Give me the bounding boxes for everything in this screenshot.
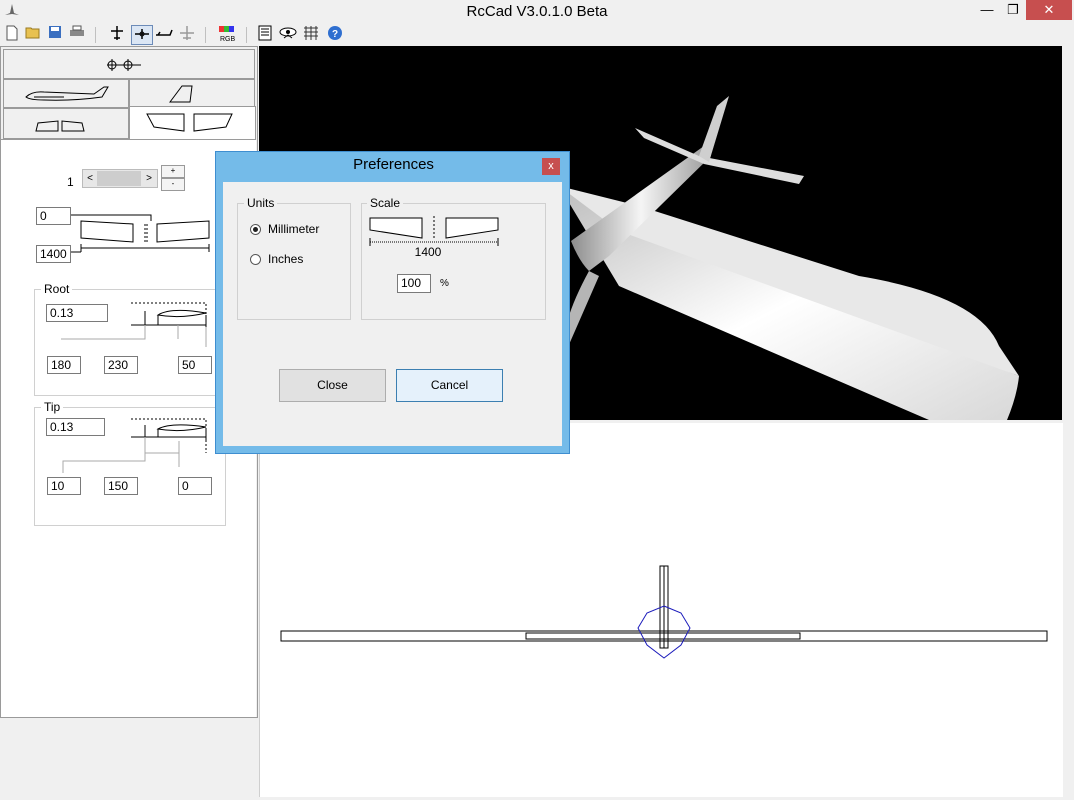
close-dialog-button[interactable]: Close — [279, 369, 386, 402]
rgb-color-icon[interactable]: RGB — [217, 25, 237, 43]
units-label: Units — [244, 196, 278, 210]
parts-list-icon[interactable] — [256, 25, 274, 43]
front-view-viewport[interactable] — [259, 423, 1063, 797]
wing-halves-icon — [146, 113, 233, 132]
percent-unit: % — [440, 278, 449, 289]
scale-diagram — [369, 216, 499, 246]
remove-section-button[interactable]: - — [161, 178, 185, 191]
toolbar-separator — [246, 27, 247, 43]
new-file-icon[interactable] — [3, 25, 21, 43]
print-icon[interactable] — [68, 25, 86, 43]
tab-wing[interactable] — [129, 106, 256, 140]
tip-label: Tip — [41, 400, 64, 414]
svg-text:RGB: RGB — [220, 36, 236, 43]
mesh-icon[interactable] — [302, 25, 320, 43]
inches-label[interactable]: Inches — [268, 252, 303, 266]
open-folder-icon[interactable] — [24, 25, 42, 43]
window-title: RcCad V3.0.1.0 Beta — [466, 3, 608, 20]
section-scrollbar[interactable]: < > — [82, 169, 158, 188]
scale-percent-field[interactable]: 100 — [397, 274, 431, 293]
scale-dimension: 1400 — [414, 245, 442, 259]
tip-chord-c-field[interactable]: 0 — [178, 477, 212, 495]
dialog-title: Preferences — [353, 156, 434, 173]
svg-text:?: ? — [332, 29, 338, 40]
cancel-button[interactable]: Cancel — [396, 369, 503, 402]
tab-tail[interactable] — [129, 79, 255, 108]
inches-radio[interactable] — [250, 254, 261, 265]
glider-front-drawing — [280, 565, 1048, 659]
help-icon[interactable]: ? — [326, 25, 344, 43]
maximize-button[interactable]: ❐ — [1000, 0, 1026, 20]
section-offset-field[interactable]: 0 — [36, 207, 71, 225]
root-chord-a-field[interactable]: 180 — [47, 356, 81, 374]
tail-fin-icon — [169, 85, 193, 103]
millimeter-label[interactable]: Millimeter — [268, 222, 319, 236]
millimeter-radio[interactable] — [250, 224, 261, 235]
visibility-eye-icon[interactable] — [279, 25, 297, 43]
tab-stabilizer[interactable] — [3, 108, 129, 139]
3d-view-icon[interactable] — [178, 25, 196, 43]
close-button[interactable]: ✕ — [1026, 0, 1072, 20]
tip-chord-a-field[interactable]: 10 — [47, 477, 81, 495]
save-icon[interactable] — [46, 25, 64, 43]
root-airfoil-diagram — [61, 302, 207, 347]
section-number: 1 — [67, 175, 74, 189]
toolbar-separator — [95, 27, 96, 43]
scroll-left-icon[interactable]: < — [84, 171, 96, 186]
span-diagram — [71, 214, 210, 253]
toolbar-separator — [205, 27, 206, 43]
dialog-close-icon[interactable]: x — [542, 158, 560, 175]
minimize-button[interactable]: — — [974, 0, 1000, 20]
front-view-icon[interactable] — [131, 25, 153, 45]
tab-fuselage[interactable] — [3, 79, 129, 108]
dialog-body: Units Millimeter Inches Scale 1400 100 %… — [223, 182, 562, 446]
add-section-button[interactable]: + — [161, 165, 185, 178]
scroll-right-icon[interactable]: > — [143, 171, 155, 186]
preferences-dialog: Preferences x Units Millimeter Inches Sc… — [215, 151, 570, 454]
scroll-thumb[interactable] — [97, 171, 141, 186]
stabilizer-icon — [35, 120, 85, 132]
root-chord-b-field[interactable]: 230 — [104, 356, 138, 374]
top-view-icon[interactable] — [108, 25, 126, 43]
title-bar: RcCad V3.0.1.0 Beta — ❐ ✕ — [0, 0, 1074, 24]
fuselage-icon — [25, 86, 109, 101]
tip-chord-b-field[interactable]: 150 — [104, 477, 138, 495]
side-view-icon[interactable] — [155, 25, 173, 43]
toolbar: RGB ? — [0, 24, 1074, 46]
root-label: Root — [41, 282, 73, 296]
scale-label: Scale — [367, 196, 404, 210]
tab-fuselage-joint[interactable] — [3, 49, 255, 79]
section-span-field[interactable]: 1400 — [36, 245, 71, 263]
root-chord-c-field[interactable]: 50 — [178, 356, 212, 374]
joint-icon — [107, 59, 141, 71]
